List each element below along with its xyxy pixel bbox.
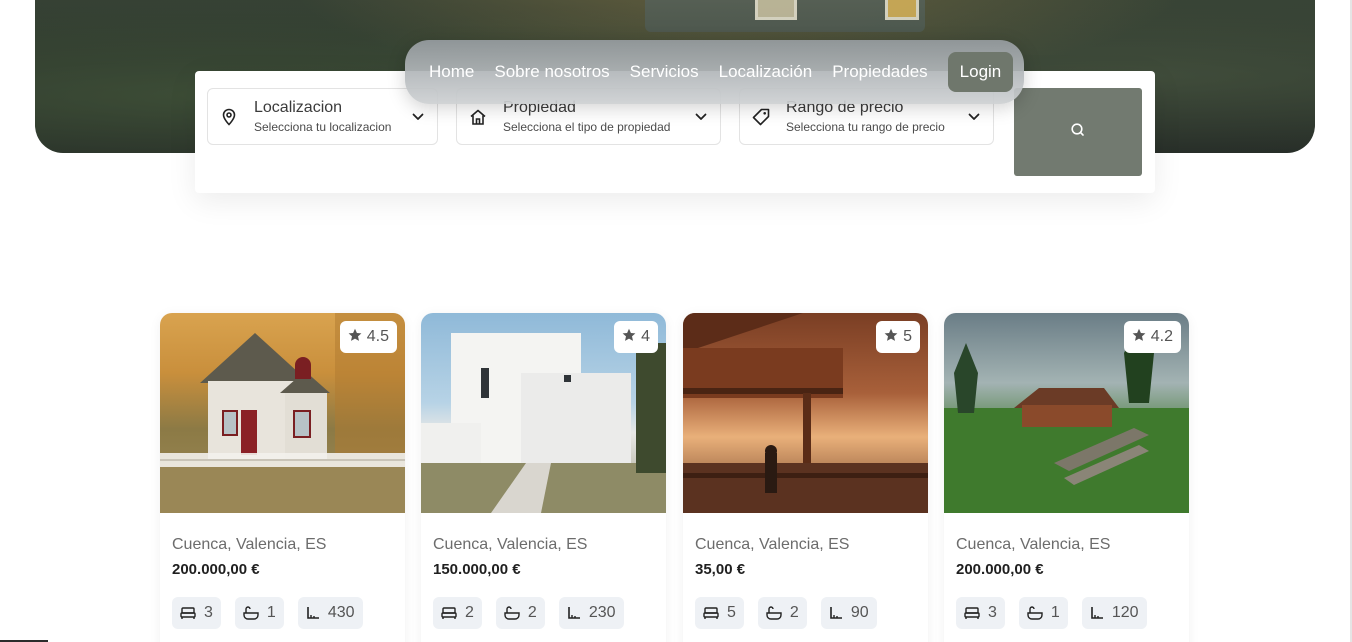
property-photo: 4 bbox=[421, 313, 666, 513]
property-card[interactable]: 5 Cuenca, Valencia, ES 35,00 € 5 2 90 bbox=[683, 313, 928, 642]
star-icon bbox=[1132, 328, 1146, 347]
property-price: 200.000,00 € bbox=[172, 561, 260, 578]
property-price: 200.000,00 € bbox=[956, 561, 1044, 578]
bed-icon bbox=[703, 606, 719, 620]
property-features: 3 1 430 bbox=[172, 597, 363, 629]
tag-icon bbox=[752, 108, 770, 126]
rating-value: 4 bbox=[641, 328, 650, 345]
bed-icon bbox=[964, 606, 980, 620]
bathrooms-count: 2 bbox=[789, 604, 799, 621]
bathtub-icon bbox=[1027, 606, 1043, 620]
bedrooms-count: 3 bbox=[988, 604, 997, 621]
area-badge: 430 bbox=[297, 597, 363, 629]
property-photo: 4.2 bbox=[944, 313, 1189, 513]
nav-services[interactable]: Servicios bbox=[630, 62, 699, 82]
property-features: 5 2 90 bbox=[695, 597, 877, 629]
nav-home[interactable]: Home bbox=[429, 62, 474, 82]
bedrooms-badge: 3 bbox=[956, 597, 1005, 629]
bed-icon bbox=[441, 606, 457, 620]
location-select[interactable]: Localizacion Selecciona tu localizacion bbox=[207, 88, 438, 145]
bathtub-icon bbox=[243, 606, 259, 620]
bathrooms-badge: 2 bbox=[757, 597, 807, 629]
page: Home Sobre nosotros Servicios Localizaci… bbox=[0, 0, 1352, 642]
bathrooms-badge: 1 bbox=[234, 597, 284, 629]
chevron-down-icon bbox=[967, 110, 981, 124]
bedrooms-badge: 5 bbox=[695, 597, 744, 629]
star-icon bbox=[348, 328, 362, 347]
property-photo: 4.5 bbox=[160, 313, 405, 513]
area-value: 430 bbox=[327, 604, 355, 621]
main-nav: Home Sobre nosotros Servicios Localizaci… bbox=[405, 40, 1024, 104]
property-location: Cuenca, Valencia, ES bbox=[956, 536, 1111, 553]
bathrooms-count: 1 bbox=[266, 604, 276, 621]
area-badge: 120 bbox=[1081, 597, 1147, 629]
bedrooms-badge: 3 bbox=[172, 597, 221, 629]
property-location: Cuenca, Valencia, ES bbox=[172, 536, 327, 553]
rating-badge: 4 bbox=[614, 321, 658, 353]
rating-badge: 4.2 bbox=[1123, 321, 1181, 353]
rating-value: 4.5 bbox=[366, 328, 389, 345]
property-features: 2 2 230 bbox=[433, 597, 624, 629]
rating-badge: 4.5 bbox=[339, 321, 397, 353]
area-value: 90 bbox=[850, 604, 869, 621]
property-photo: 5 bbox=[683, 313, 928, 513]
rating-value: 5 bbox=[903, 328, 912, 345]
map-pin-icon bbox=[220, 108, 238, 126]
bathrooms-count: 2 bbox=[527, 604, 537, 621]
property-price: 35,00 € bbox=[695, 561, 746, 578]
hero-house-image bbox=[645, 0, 925, 32]
area-badge: 230 bbox=[558, 597, 624, 629]
area-value: 230 bbox=[588, 604, 616, 621]
location-label: Localizacion bbox=[254, 99, 343, 116]
area-badge: 90 bbox=[820, 597, 877, 629]
bed-icon bbox=[180, 606, 196, 620]
bathrooms-count: 1 bbox=[1050, 604, 1060, 621]
bathtub-icon bbox=[766, 606, 782, 620]
bathrooms-badge: 1 bbox=[1018, 597, 1068, 629]
property-location: Cuenca, Valencia, ES bbox=[695, 536, 850, 553]
nav-properties[interactable]: Propiedades bbox=[832, 62, 927, 82]
property-price: 150.000,00 € bbox=[433, 561, 521, 578]
property-card[interactable]: 4.5 Cuenca, Valencia, ES 200.000,00 € 3 … bbox=[160, 313, 405, 642]
star-icon bbox=[884, 328, 898, 347]
login-button[interactable]: Login bbox=[947, 52, 1014, 92]
star-icon bbox=[622, 328, 636, 347]
nav-about[interactable]: Sobre nosotros bbox=[494, 62, 609, 82]
property-card[interactable]: 4 Cuenca, Valencia, ES 150.000,00 € 2 2 … bbox=[421, 313, 666, 642]
nav-location[interactable]: Localización bbox=[719, 62, 813, 82]
location-hint: Selecciona tu localizacion bbox=[254, 120, 392, 134]
search-button[interactable] bbox=[1014, 88, 1142, 176]
bedrooms-badge: 2 bbox=[433, 597, 482, 629]
bedrooms-count: 2 bbox=[465, 604, 474, 621]
area-icon bbox=[829, 606, 843, 620]
bathrooms-badge: 2 bbox=[495, 597, 545, 629]
search-icon bbox=[1070, 122, 1086, 142]
rating-badge: 5 bbox=[876, 321, 920, 353]
area-icon bbox=[567, 606, 581, 620]
chevron-down-icon bbox=[411, 110, 425, 124]
rating-value: 4.2 bbox=[1150, 328, 1173, 345]
property-location: Cuenca, Valencia, ES bbox=[433, 536, 588, 553]
price-hint: Selecciona tu rango de precio bbox=[786, 120, 945, 134]
area-value: 120 bbox=[1111, 604, 1139, 621]
area-icon bbox=[306, 606, 320, 620]
area-icon bbox=[1090, 606, 1104, 620]
house-icon bbox=[469, 108, 487, 126]
bedrooms-count: 5 bbox=[727, 604, 736, 621]
property-card[interactable]: 4.2 Cuenca, Valencia, ES 200.000,00 € 3 … bbox=[944, 313, 1189, 642]
property-features: 3 1 120 bbox=[956, 597, 1147, 629]
bathtub-icon bbox=[504, 606, 520, 620]
property-hint: Selecciona el tipo de propiedad bbox=[503, 120, 671, 134]
chevron-down-icon bbox=[694, 110, 708, 124]
bedrooms-count: 3 bbox=[204, 604, 213, 621]
